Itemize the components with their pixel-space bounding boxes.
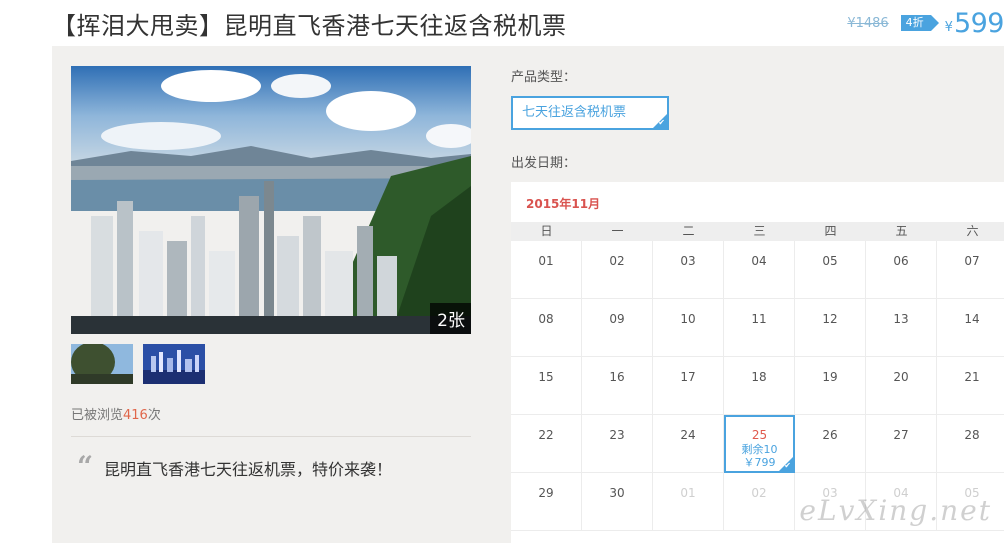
divider [71,436,471,437]
calendar-day-next-month: 02 [724,473,795,531]
current-price: 599 [953,7,1004,39]
calendar-weekday-header: 日一二三四五六 [511,222,1004,241]
check-icon: ✔ [784,461,791,470]
weekday-5: 五 [895,224,908,238]
seats-remaining: 剩余10 [741,443,778,456]
calendar-day[interactable]: 14 [937,299,1004,357]
price-area: ¥1486 4折 ¥ 599 [847,7,1004,39]
weekday-6: 六 [966,224,979,238]
calendar-day[interactable]: 24 [653,415,724,473]
product-title: 【挥泪大甩卖】昆明直飞香港七天往返含税机票 [52,12,567,40]
product-type-option-label: 七天往返含税机票 [522,105,627,120]
calendar-day[interactable]: 17 [653,357,724,415]
photo-count-badge: 2张 [430,303,471,334]
discount-badge: 4折 [900,15,939,31]
calendar-day[interactable]: 23 [582,415,653,473]
product-description: 昆明直飞香港七天往返机票，特价来袭！ [104,460,393,479]
calendar-day[interactable]: 05 [795,241,866,299]
weekday-1: 一 [611,224,624,238]
check-icon: ✔ [658,118,665,127]
weekday-2: 二 [682,224,695,238]
calendar-day[interactable]: 26 [795,415,866,473]
thumbnail-night-skyline-photo [143,344,205,384]
weekday-0: 日 [540,224,553,238]
product-type-label: 产品类型： [511,70,577,85]
calendar-day[interactable]: 09 [582,299,653,357]
calendar-day[interactable]: 27 [866,415,937,473]
calendar-month: 2015年11月 [526,197,601,211]
calendar-day[interactable]: 07 [937,241,1004,299]
product-panel: 2张 已被浏览416次 “ 昆明直飞香港七天往返机票，特价来袭！ 产品类型： 七… [52,46,1004,543]
calendar-day[interactable]: 20 [866,357,937,415]
calendar-day[interactable]: 12 [795,299,866,357]
calendar-day-next-month: 01 [653,473,724,531]
calendar-day[interactable]: 16 [582,357,653,415]
main-photo[interactable]: 2张 [71,66,471,334]
calendar-day[interactable]: 21 [937,357,1004,415]
product-type-option[interactable]: 七天往返含税机票 ✔ [511,96,669,130]
quote-icon: “ [77,450,94,483]
calendar-day[interactable]: 15 [511,357,582,415]
calendar-day[interactable]: 18 [724,357,795,415]
calendar-day[interactable]: 04 [724,241,795,299]
weekday-3: 三 [753,224,766,238]
calendar-day[interactable]: 19 [795,357,866,415]
thumbnail-tree-photo [71,344,133,384]
watermark: eLvXing.net [799,494,992,527]
selected-day-number: 25 [751,428,768,442]
currency-symbol: ¥ [944,19,953,35]
original-price: ¥1486 [847,15,889,31]
departure-date-label: 出发日期： [511,156,577,171]
calendar-day-selected[interactable]: 25 剩余10 ￥799 ✔ [724,415,795,473]
calendar-day[interactable]: 30 [582,473,653,531]
view-count-number: 416 [123,408,148,423]
thumbnail-2[interactable] [143,344,205,384]
weekday-4: 四 [824,224,837,238]
calendar-day[interactable]: 22 [511,415,582,473]
departure-calendar: 2015年11月 日一二三四五六 01 02 03 04 05 06 07 08 09 10 11 1… [511,182,1004,543]
calendar-day[interactable]: 10 [653,299,724,357]
calendar-day[interactable]: 06 [866,241,937,299]
calendar-day[interactable]: 02 [582,241,653,299]
calendar-day[interactable]: 11 [724,299,795,357]
calendar-day[interactable]: 28 [937,415,1004,473]
calendar-day[interactable]: 29 [511,473,582,531]
calendar-day[interactable]: 03 [653,241,724,299]
calendar-day[interactable]: 08 [511,299,582,357]
hong-kong-skyline-photo [71,66,471,334]
view-count: 已被浏览416次 [71,408,161,423]
calendar-day[interactable]: 01 [511,241,582,299]
calendar-day[interactable]: 13 [866,299,937,357]
thumbnail-1[interactable] [71,344,133,384]
